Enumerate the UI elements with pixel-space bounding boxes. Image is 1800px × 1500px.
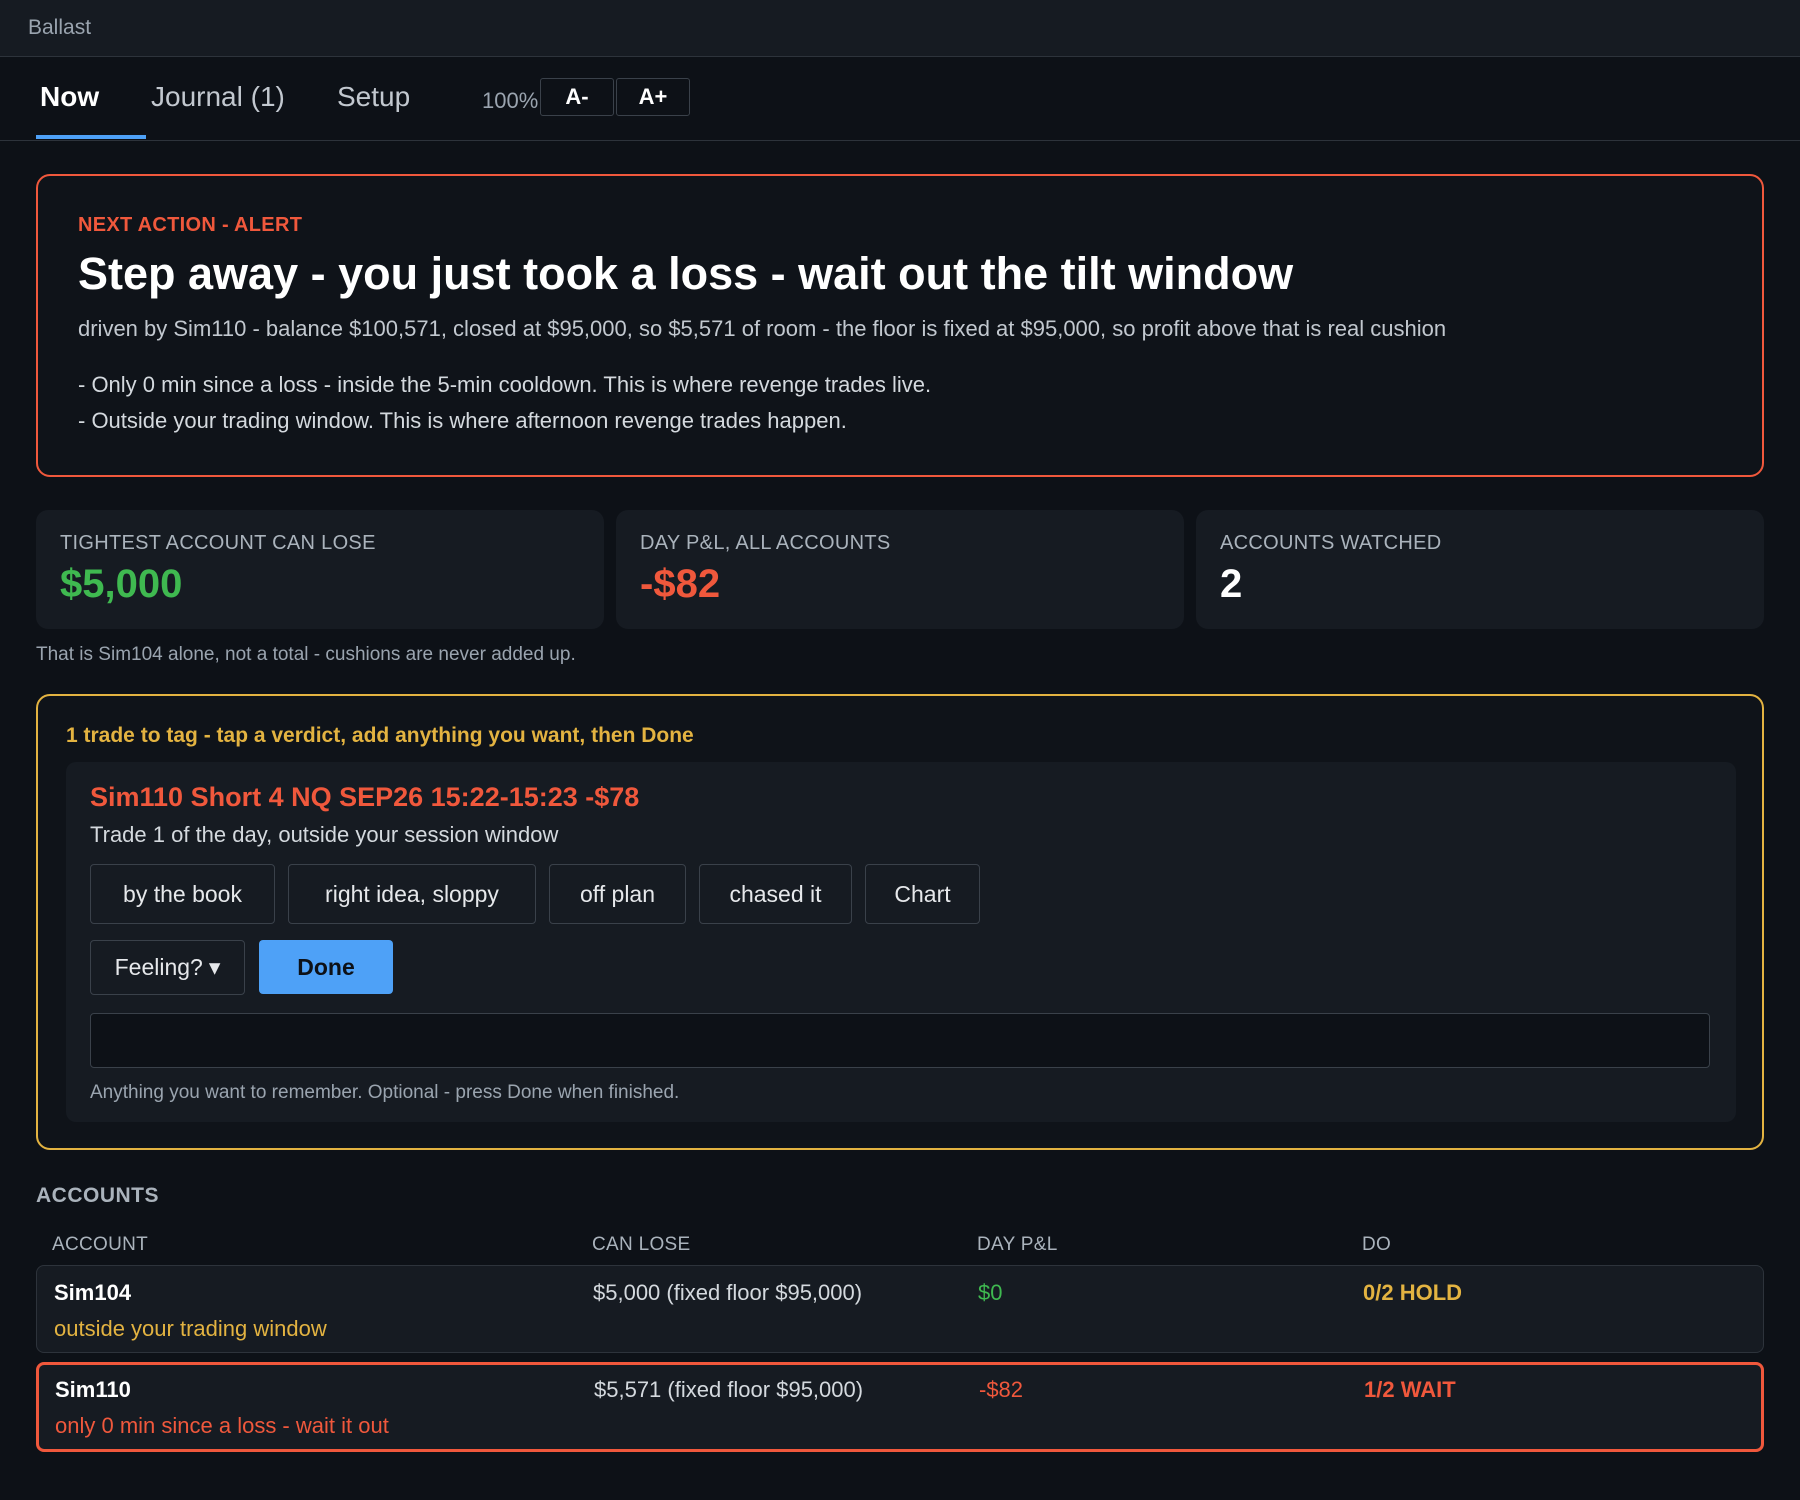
account-name: Sim104	[54, 1280, 132, 1305]
chart-button[interactable]: Chart	[865, 864, 980, 924]
stat-value: $5,000	[60, 562, 183, 606]
account-row-sim104[interactable]: Sim104 outside your trading window $5,00…	[36, 1265, 1764, 1353]
stat-label: ACCOUNTS WATCHED	[1220, 532, 1442, 554]
trade-tagging-card: 1 trade to tag - tap a verdict, add anyt…	[36, 694, 1764, 1150]
account-row-sim110[interactable]: Sim110 only 0 min since a loss - wait it…	[36, 1362, 1764, 1452]
trade-tag-panel: Sim110 Short 4 NQ SEP26 15:22-15:23 -$78…	[66, 762, 1736, 1122]
trade-subtitle: Trade 1 of the day, outside your session…	[90, 822, 559, 847]
tab-setup[interactable]: Setup	[337, 81, 410, 113]
stats-footnote: That is Sim104 alone, not a total - cush…	[36, 644, 576, 665]
chevron-down-icon: ▾	[208, 954, 221, 980]
stat-value: 2	[1220, 562, 1243, 606]
column-header-account: ACCOUNT	[52, 1234, 149, 1255]
tagging-title: 1 trade to tag - tap a verdict, add anyt…	[66, 724, 694, 747]
account-note: outside your trading window	[54, 1316, 327, 1341]
decrease-font-button[interactable]: A-	[540, 78, 614, 116]
tab-now[interactable]: Now	[40, 81, 99, 113]
alert-bullet: - Only 0 min since a loss - inside the 5…	[78, 372, 932, 397]
app-title: Ballast	[28, 16, 92, 39]
column-header-do: DO	[1362, 1234, 1392, 1255]
alert-headline: Step away - you just took a loss - wait …	[78, 248, 1294, 299]
verdict-off-plan-button[interactable]: off plan	[549, 864, 686, 924]
account-day-pnl: -$82	[979, 1377, 1024, 1402]
stat-card-day-pnl: DAY P&L, ALL ACCOUNTS -$82	[616, 510, 1184, 629]
verdict-right-idea-sloppy-button[interactable]: right idea, sloppy	[288, 864, 536, 924]
account-can-lose: $5,571 (fixed floor $95,000)	[594, 1377, 864, 1402]
stat-value: -$82	[640, 562, 721, 606]
stat-label: TIGHTEST ACCOUNT CAN LOSE	[60, 532, 376, 554]
trade-note-input[interactable]	[90, 1013, 1710, 1068]
account-action-status: 1/2 WAIT	[1364, 1377, 1456, 1402]
feeling-dropdown[interactable]: Feeling? ▾	[90, 940, 245, 995]
account-action-status: 0/2 HOLD	[1363, 1280, 1463, 1305]
zoom-level: 100%	[482, 88, 539, 113]
stat-label: DAY P&L, ALL ACCOUNTS	[640, 532, 891, 554]
feeling-label: Feeling?	[114, 954, 203, 980]
account-day-pnl: $0	[978, 1280, 1003, 1305]
trade-title: Sim110 Short 4 NQ SEP26 15:22-15:23 -$78	[90, 782, 640, 812]
column-header-can-lose: CAN LOSE	[592, 1234, 691, 1255]
verdict-by-the-book-button[interactable]: by the book	[90, 864, 275, 924]
title-bar: Ballast	[0, 0, 1800, 57]
next-action-alert-card: NEXT ACTION - ALERT Step away - you just…	[36, 174, 1764, 477]
stat-card-tightest: TIGHTEST ACCOUNT CAN LOSE $5,000	[36, 510, 604, 629]
active-tab-indicator	[36, 135, 146, 139]
increase-font-button[interactable]: A+	[616, 78, 690, 116]
account-name: Sim110	[55, 1377, 131, 1402]
alert-bullet: - Outside your trading window. This is w…	[78, 408, 847, 433]
tab-bar: Now Journal (1) Setup 100% A- A+	[0, 57, 1800, 141]
done-button[interactable]: Done	[259, 940, 393, 994]
account-can-lose: $5,000 (fixed floor $95,000)	[593, 1280, 863, 1305]
accounts-heading: ACCOUNTS	[36, 1184, 159, 1207]
stat-card-accounts-watched: ACCOUNTS WATCHED 2	[1196, 510, 1764, 629]
tab-journal[interactable]: Journal (1)	[151, 81, 285, 113]
verdict-chased-it-button[interactable]: chased it	[699, 864, 852, 924]
alert-eyebrow: NEXT ACTION - ALERT	[78, 214, 303, 236]
account-note: only 0 min since a loss - wait it out	[55, 1413, 389, 1438]
alert-subline: driven by Sim110 - balance $100,571, clo…	[78, 316, 1447, 341]
column-header-day-pnl: DAY P&L	[977, 1234, 1058, 1255]
note-hint: Anything you want to remember. Optional …	[90, 1082, 680, 1103]
